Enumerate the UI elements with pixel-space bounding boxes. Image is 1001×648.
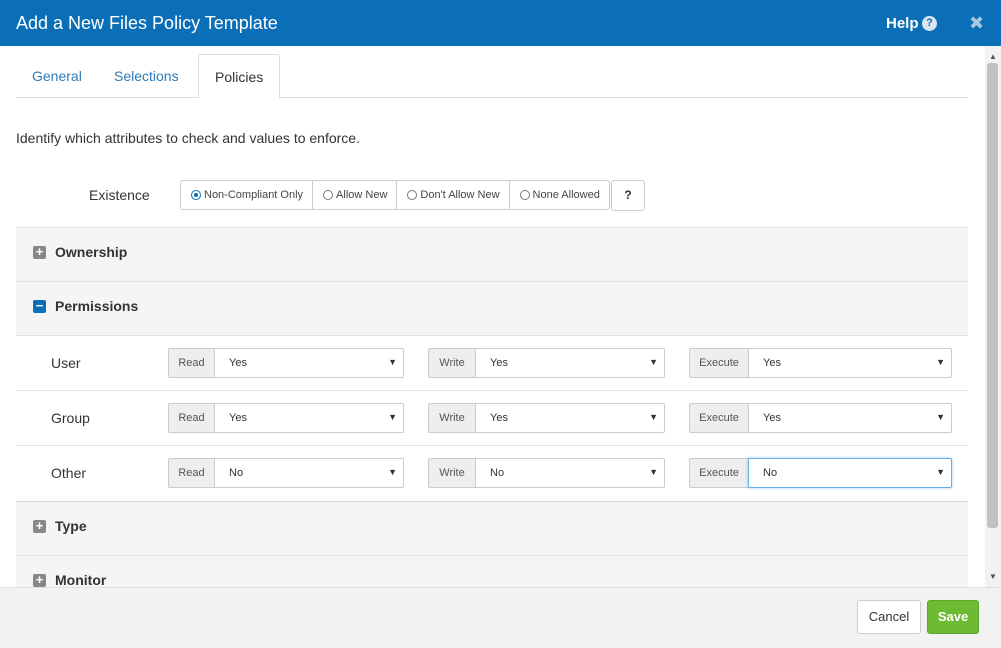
vertical-scrollbar[interactable]: ▲ ▼ (985, 46, 1001, 587)
dropdown-arrow-icon: ▼ (936, 467, 945, 477)
read-value[interactable]: Yes ▼ (214, 348, 404, 378)
tab-bar: General Selections Policies (16, 54, 968, 99)
radio-icon (519, 190, 530, 200)
section-type[interactable]: + Type (16, 501, 968, 555)
save-button[interactable]: Save (927, 600, 979, 634)
read-value[interactable]: Yes ▼ (214, 403, 404, 433)
permission-row-user: User Read Yes ▼ Write Yes ▼ Execute Yes ▼ (16, 335, 968, 390)
existence-option-none-allowed[interactable]: None Allowed (510, 181, 609, 209)
dropdown-arrow-icon: ▼ (388, 357, 397, 367)
dropdown-arrow-icon: ▼ (388, 412, 397, 422)
write-select[interactable]: Write No ▼ (428, 458, 665, 488)
write-select[interactable]: Write Yes ▼ (428, 403, 665, 433)
row-label: User (51, 355, 81, 371)
write-value[interactable]: Yes ▼ (475, 403, 665, 433)
write-addon: Write (428, 458, 475, 488)
radio-icon (407, 190, 418, 200)
read-addon: Read (168, 403, 214, 433)
execute-value[interactable]: Yes ▼ (748, 403, 952, 433)
dropdown-arrow-icon: ▼ (388, 467, 397, 477)
tab-policies[interactable]: Policies (198, 54, 281, 99)
execute-select[interactable]: Execute Yes ▼ (689, 348, 952, 378)
section-title: Monitor (55, 572, 107, 587)
radio-icon (323, 190, 334, 200)
dialog-footer: Cancel Save (0, 587, 1001, 648)
write-addon: Write (428, 348, 475, 378)
write-value[interactable]: Yes ▼ (475, 348, 665, 378)
dropdown-arrow-icon: ▼ (936, 412, 945, 422)
close-icon[interactable]: ✖ (969, 13, 984, 34)
help-icon[interactable]: ? (922, 16, 937, 31)
radio-selected-icon (191, 190, 201, 200)
execute-addon: Execute (689, 403, 748, 433)
scrollbar-thumb[interactable] (987, 63, 998, 528)
section-title: Ownership (55, 244, 128, 260)
existence-help-button[interactable]: ? (611, 180, 645, 211)
existence-option-dont-allow-new[interactable]: Don't Allow New (397, 181, 510, 209)
execute-select[interactable]: Execute Yes ▼ (689, 403, 952, 433)
read-select[interactable]: Read No ▼ (168, 458, 404, 488)
dropdown-arrow-icon: ▼ (649, 357, 658, 367)
section-monitor[interactable]: + Monitor (16, 555, 968, 587)
row-label: Other (51, 465, 87, 481)
existence-label: Existence (89, 187, 150, 203)
section-ownership[interactable]: + Ownership (16, 227, 968, 281)
dropdown-arrow-icon: ▼ (649, 412, 658, 422)
help-link[interactable]: Help (886, 15, 919, 32)
read-select[interactable]: Read Yes ▼ (168, 403, 404, 433)
execute-value[interactable]: No ▼ (748, 458, 952, 488)
dropdown-arrow-icon: ▼ (936, 357, 945, 367)
read-addon: Read (168, 458, 214, 488)
scroll-up-icon[interactable]: ▲ (989, 52, 997, 61)
dialog-title: Add a New Files Policy Template (16, 13, 278, 33)
tab-general[interactable]: General (16, 54, 98, 98)
execute-addon: Execute (689, 348, 748, 378)
expand-icon[interactable]: + (33, 573, 46, 587)
permission-row-other: Other Read No ▼ Write No ▼ Execute No ▼ (16, 445, 968, 500)
execute-addon: Execute (689, 458, 748, 488)
expand-icon[interactable]: + (33, 245, 46, 259)
scroll-down-icon[interactable]: ▼ (989, 572, 997, 581)
existence-option-allow-new[interactable]: Allow New (313, 181, 398, 209)
existence-option-non-compliant-only[interactable]: Non-Compliant Only (181, 181, 314, 209)
expand-icon[interactable]: + (33, 519, 46, 533)
cancel-button[interactable]: Cancel (857, 600, 921, 634)
dialog-body: General Selections Policies Identify whi… (0, 46, 985, 587)
section-title: Type (55, 518, 87, 534)
dialog-header: Add a New Files Policy Template Help ? ✖ (0, 0, 1001, 46)
read-value[interactable]: No ▼ (214, 458, 404, 488)
permission-row-group: Group Read Yes ▼ Write Yes ▼ Execute Yes ▼ (16, 390, 968, 445)
write-addon: Write (428, 403, 475, 433)
write-value[interactable]: No ▼ (475, 458, 665, 488)
write-select[interactable]: Write Yes ▼ (428, 348, 665, 378)
dropdown-arrow-icon: ▼ (649, 467, 658, 477)
row-label: Group (51, 410, 90, 426)
intro-text: Identify which attributes to check and v… (16, 130, 360, 146)
collapse-icon[interactable]: − (33, 299, 46, 313)
section-permissions[interactable]: − Permissions (16, 281, 968, 335)
section-title: Permissions (55, 298, 139, 314)
execute-select[interactable]: Execute No ▼ (689, 458, 952, 488)
tab-selections[interactable]: Selections (98, 54, 195, 98)
read-select[interactable]: Read Yes ▼ (168, 348, 404, 378)
read-addon: Read (168, 348, 214, 378)
existence-radio-group: Non-Compliant Only Allow New Don't Allow… (180, 180, 610, 210)
execute-value[interactable]: Yes ▼ (748, 348, 952, 378)
